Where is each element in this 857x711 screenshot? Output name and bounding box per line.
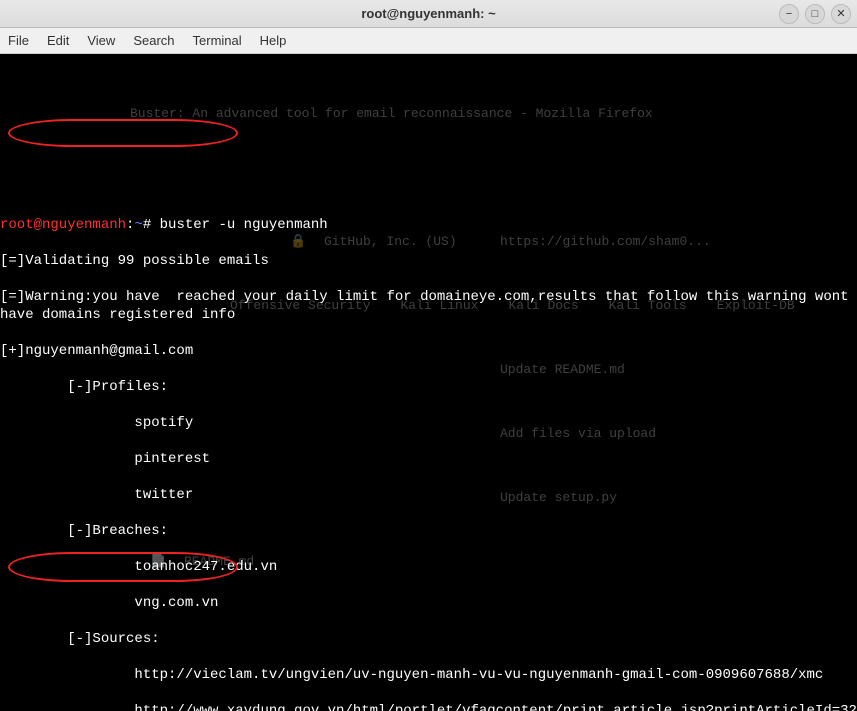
output-line: spotify <box>0 414 857 432</box>
command-text: buster -u nguyenmanh <box>151 217 327 233</box>
menu-terminal[interactable]: Terminal <box>193 33 242 48</box>
prompt-hash: # <box>143 217 151 233</box>
terminal-area[interactable]: Buster: An advanced tool for email recon… <box>0 54 857 711</box>
terminal-output: root@nguyenmanh:~# buster -u nguyenmanh … <box>0 198 857 711</box>
prompt-user: root@nguyenmanh <box>0 217 126 233</box>
menu-help[interactable]: Help <box>260 33 287 48</box>
window-controls: − □ ✕ <box>779 4 851 24</box>
output-line: http://vieclam.tv/ungvien/uv-nguyen-manh… <box>0 666 857 684</box>
maximize-button[interactable]: □ <box>805 4 825 24</box>
minimize-button[interactable]: − <box>779 4 799 24</box>
output-email-1: [+]nguyenmanh@gmail.com <box>0 342 857 360</box>
output-line: pinterest <box>0 450 857 468</box>
output-line: toanhoc247.edu.vn <box>0 558 857 576</box>
titlebar: root@nguyenmanh: ~ − □ ✕ <box>0 0 857 28</box>
close-button[interactable]: ✕ <box>831 4 851 24</box>
output-line: [-]Sources: <box>0 630 857 648</box>
output-line: [-]Profiles: <box>0 378 857 396</box>
output-line: twitter <box>0 486 857 504</box>
output-line: [-]Breaches: <box>0 522 857 540</box>
menu-edit[interactable]: Edit <box>47 33 69 48</box>
menu-file[interactable]: File <box>8 33 29 48</box>
prompt-path: ~ <box>134 217 142 233</box>
menu-view[interactable]: View <box>87 33 115 48</box>
output-line: vng.com.vn <box>0 594 857 612</box>
output-line: http://www.xaydung.gov.vn/html/portlet/v… <box>0 702 857 711</box>
menubar: File Edit View Search Terminal Help <box>0 28 857 54</box>
output-line: [=]Validating 99 possible emails <box>0 252 857 270</box>
output-line: [=]Warning:you have reached your daily l… <box>0 288 857 324</box>
menu-search[interactable]: Search <box>133 33 174 48</box>
bg-tab-title: Buster: An advanced tool for email recon… <box>130 105 653 123</box>
window-title: root@nguyenmanh: ~ <box>361 6 495 21</box>
